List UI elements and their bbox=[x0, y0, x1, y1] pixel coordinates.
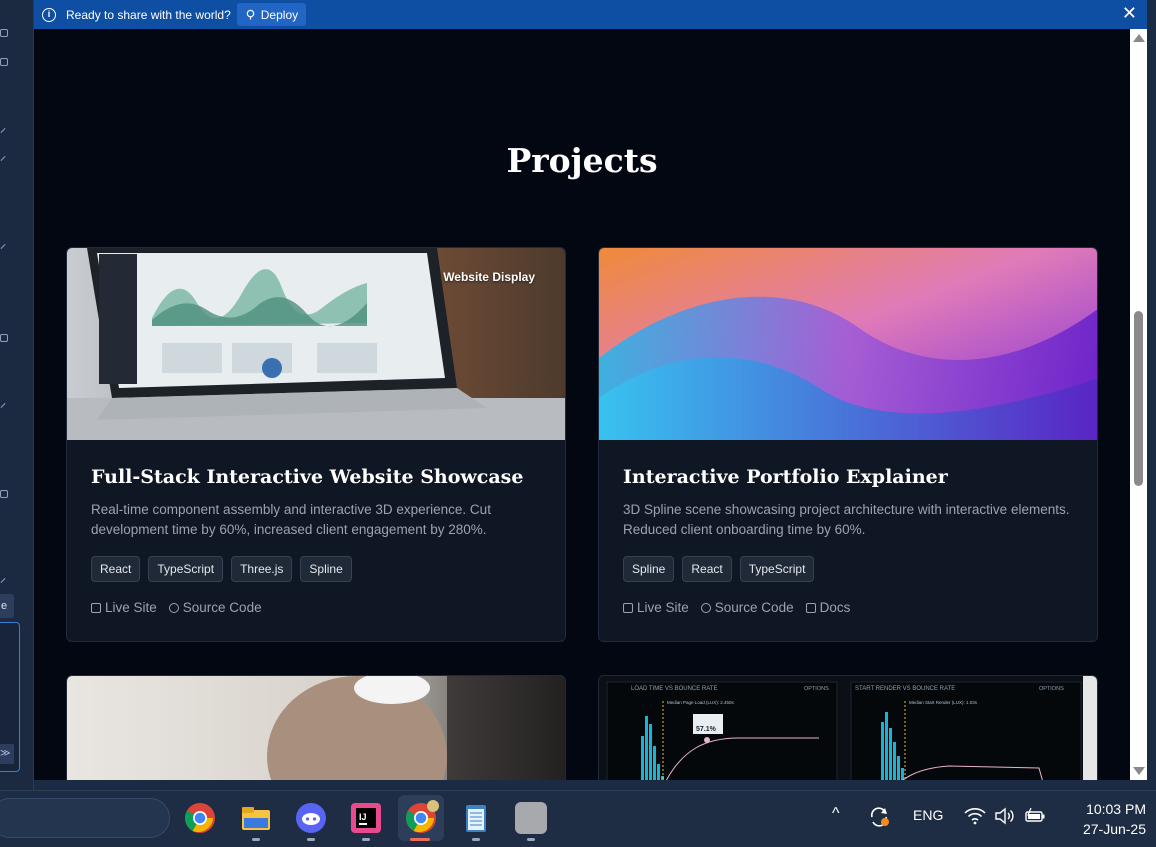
image-label: Website Display bbox=[443, 270, 535, 284]
project-title: Full-Stack Interactive Website Showcase bbox=[91, 466, 524, 488]
tag: TypeScript bbox=[148, 556, 224, 582]
tag-list: Spline React TypeScript bbox=[623, 556, 1073, 582]
tag: React bbox=[682, 556, 732, 582]
link-label: Source Code bbox=[182, 600, 262, 615]
active-indicator bbox=[410, 838, 430, 841]
project-description: Real-time component assembly and interac… bbox=[91, 502, 491, 537]
scroll-down-icon[interactable] bbox=[1133, 767, 1145, 775]
bounce-rate-dashboard-image: LOAD TIME VS BOUNCE RATE START RENDER VS… bbox=[599, 676, 1097, 780]
left-editor-fragment: e ≫ bbox=[0, 0, 34, 790]
indicator bbox=[472, 838, 480, 841]
discord-icon[interactable] bbox=[295, 802, 327, 834]
abstract-wave-art bbox=[599, 248, 1097, 440]
chevron-up-icon[interactable]: ^ bbox=[832, 805, 840, 823]
project-card[interactable]: LOAD TIME VS BOUNCE RATE START RENDER VS… bbox=[598, 675, 1098, 780]
chevron-icon bbox=[0, 578, 6, 583]
left-annotation: Median Page Load (LUX): 2.450s bbox=[667, 700, 735, 705]
deploy-button[interactable]: Deploy bbox=[236, 3, 307, 26]
taskbar-search[interactable] bbox=[0, 798, 170, 838]
project-description: 3D Spline scene showcasing project archi… bbox=[623, 502, 1070, 537]
live-site-link[interactable]: Live Site bbox=[623, 600, 689, 615]
scroll-thumb[interactable] bbox=[1134, 311, 1143, 486]
tag: Three.js bbox=[231, 556, 293, 582]
wifi-icon[interactable] bbox=[964, 807, 986, 828]
tag: TypeScript bbox=[739, 556, 815, 582]
project-card[interactable] bbox=[66, 675, 566, 780]
deploy-label: Deploy bbox=[260, 7, 299, 22]
github-icon bbox=[168, 602, 179, 613]
live-site-link[interactable]: Live Site bbox=[91, 600, 157, 615]
system-clock[interactable]: 10:03 PM 27-Jun-25 bbox=[1083, 799, 1146, 839]
chevron-icon bbox=[0, 156, 6, 161]
indicator bbox=[252, 838, 260, 841]
clock-time: 10:03 PM bbox=[1086, 801, 1146, 817]
deploy-banner: i Ready to share with the world? Deploy … bbox=[34, 0, 1147, 29]
indicator bbox=[527, 838, 535, 841]
info-icon: i bbox=[42, 7, 56, 22]
blank-app-icon[interactable] bbox=[515, 802, 547, 834]
bounce-value: 57.1% bbox=[696, 726, 717, 733]
chevron-icon bbox=[0, 244, 6, 249]
portfolio-preview: Projects Website Display Full-Stack Inte… bbox=[34, 29, 1130, 780]
docs-link[interactable]: Docs bbox=[805, 600, 851, 615]
chevron-icon bbox=[0, 128, 6, 133]
tag: React bbox=[91, 556, 141, 582]
chrome-icon[interactable] bbox=[184, 802, 216, 834]
left-chart-title: LOAD TIME VS BOUNCE RATE bbox=[631, 686, 717, 692]
intellij-icon[interactable]: IJ bbox=[350, 802, 382, 834]
page-scrollbar[interactable] bbox=[1130, 29, 1147, 780]
rocket-icon bbox=[246, 9, 255, 20]
volume-icon[interactable] bbox=[994, 807, 1014, 828]
chrome-profile-icon[interactable] bbox=[398, 795, 444, 841]
tag: Spline bbox=[623, 556, 675, 582]
svg-text:IJ: IJ bbox=[359, 812, 367, 822]
indicator bbox=[362, 838, 370, 841]
right-annotation: Median Start Render (LUX): 1.03s bbox=[909, 700, 978, 705]
external-link-icon bbox=[623, 602, 633, 613]
indicator bbox=[196, 838, 204, 841]
editor-tab-fragment[interactable]: e bbox=[0, 594, 14, 618]
project-title: Interactive Portfolio Explainer bbox=[623, 466, 948, 488]
link-label: Source Code bbox=[714, 600, 794, 615]
battery-icon[interactable] bbox=[1024, 807, 1046, 828]
banner-message: Ready to share with the world? bbox=[66, 7, 231, 22]
tag: Spline bbox=[300, 556, 352, 582]
taskbar: IJ ^ ENG 10:03 PM 27-Jun-25 bbox=[0, 790, 1156, 847]
tag-list: React TypeScript Three.js Spline bbox=[91, 556, 541, 582]
close-icon[interactable]: ✕ bbox=[1122, 3, 1137, 23]
right-chart-title: START RENDER VS BOUNCE RATE bbox=[855, 686, 955, 692]
link-label: Live Site bbox=[105, 600, 157, 615]
document-icon bbox=[805, 602, 816, 613]
scroll-up-icon[interactable] bbox=[1133, 34, 1145, 42]
options-label: OPTIONS bbox=[804, 686, 829, 692]
project-image-gradient bbox=[599, 248, 1097, 440]
project-links: Live Site Source Code Docs bbox=[623, 600, 1073, 615]
project-image-laptop: Website Display bbox=[67, 248, 565, 440]
project-card[interactable]: Interactive Portfolio Explainer 3D Splin… bbox=[598, 247, 1098, 642]
github-icon bbox=[700, 602, 711, 613]
external-link-icon bbox=[91, 602, 101, 613]
project-card[interactable]: Website Display Full-Stack Interactive W… bbox=[66, 247, 566, 642]
send-button[interactable]: ≫ bbox=[0, 744, 14, 764]
link-label: Live Site bbox=[637, 600, 689, 615]
section-title: Projects bbox=[506, 141, 658, 180]
options-label: OPTIONS bbox=[1039, 686, 1064, 692]
person-vr-photo bbox=[67, 676, 565, 780]
notepad-icon[interactable] bbox=[460, 802, 492, 834]
file-explorer-icon[interactable] bbox=[240, 802, 272, 834]
link-label: Docs bbox=[819, 600, 851, 615]
sync-icon[interactable] bbox=[868, 806, 892, 831]
indicator bbox=[307, 838, 315, 841]
chevron-icon bbox=[0, 403, 6, 408]
source-code-link[interactable]: Source Code bbox=[700, 600, 794, 615]
file-icon bbox=[0, 29, 8, 37]
clock-date: 27-Jun-25 bbox=[1082, 821, 1146, 837]
project-links: Live Site Source Code bbox=[91, 600, 541, 615]
language-indicator[interactable]: ENG bbox=[913, 807, 943, 823]
source-code-link[interactable]: Source Code bbox=[168, 600, 262, 615]
file-icon bbox=[0, 490, 8, 498]
file-icon bbox=[0, 334, 8, 342]
file-icon bbox=[0, 58, 8, 66]
